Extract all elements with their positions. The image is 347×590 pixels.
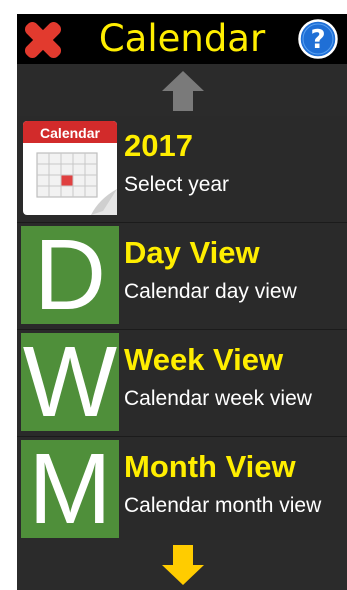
calendar-icon: Calendar (21, 119, 119, 217)
menu-item-title: Week View (124, 342, 284, 377)
menu-item-subtitle: Calendar week view (124, 387, 312, 410)
menu-item-title: Day View (124, 235, 260, 270)
menu-item-year[interactable]: Calendar 2017 Select year (17, 116, 347, 222)
arrow-up-icon (162, 71, 204, 111)
letter-w-icon: W (21, 333, 119, 431)
scroll-down-button[interactable] (17, 540, 347, 590)
menu-item-week-view[interactable]: W Week View Calendar week view (17, 330, 347, 436)
calendar-icon-label: Calendar (40, 125, 100, 141)
close-x-icon (24, 21, 62, 59)
menu-item-month-view[interactable]: M Month View Calendar month view (17, 437, 347, 543)
help-symbol: ? (310, 25, 325, 55)
help-question-icon: ? (298, 19, 338, 59)
menu-item-subtitle: Calendar day view (124, 280, 297, 303)
menu-item-title: Month View (124, 449, 296, 484)
help-button[interactable]: ? (298, 19, 338, 59)
scroll-up-button[interactable] (17, 64, 347, 116)
page-title: Calendar (98, 17, 266, 60)
letter-d-icon: D (21, 226, 119, 324)
header-bar: Calendar ? (17, 14, 347, 64)
menu-item-title: 2017 (124, 128, 193, 163)
close-button[interactable] (21, 18, 65, 62)
letter-m-icon: M (21, 440, 119, 538)
menu-item-subtitle: Select year (124, 173, 230, 196)
calendar-app: Calendar ? Calendar 2017 Select year D D… (17, 14, 347, 590)
menu-item-subtitle: Calendar month view (124, 494, 322, 517)
menu-item-day-view[interactable]: D Day View Calendar day view (17, 223, 347, 329)
arrow-down-icon (162, 545, 204, 585)
